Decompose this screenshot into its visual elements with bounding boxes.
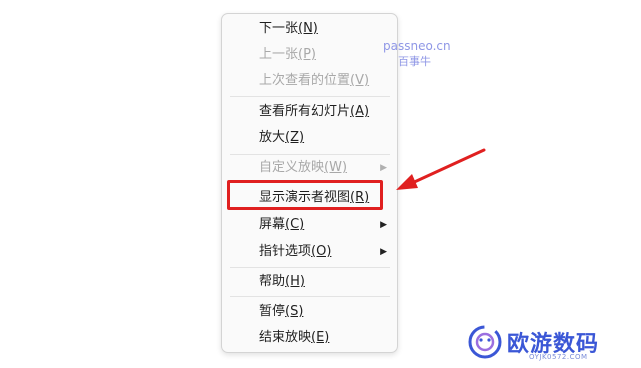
menu-item-label: 指针选项 bbox=[259, 244, 312, 259]
menu-item-shortcut: (S) bbox=[285, 304, 304, 319]
menu-item-end-show[interactable]: 结束放映(E) bbox=[222, 326, 397, 350]
logo-subtext: OYJK0572.COM bbox=[529, 353, 588, 361]
menu-item-see-all-slides[interactable]: 查看所有幻灯片(A) bbox=[222, 100, 397, 124]
highlight-box bbox=[227, 180, 383, 210]
chevron-right-icon: ▶ bbox=[380, 220, 387, 230]
menu-item-label: 上次查看的位置 bbox=[259, 73, 351, 88]
menu-separator bbox=[230, 154, 390, 155]
menu-item-help[interactable]: 帮助(H) bbox=[222, 270, 397, 294]
menu-item-shortcut: (Z) bbox=[285, 130, 305, 145]
menu-item-shortcut: (O) bbox=[311, 244, 332, 259]
menu-item-label: 暂停 bbox=[259, 304, 286, 319]
menu-item-pause[interactable]: 暂停(S) bbox=[222, 300, 397, 324]
menu-item-shortcut: (C) bbox=[285, 217, 305, 232]
menu-item-label: 下一张 bbox=[259, 21, 299, 36]
menu-item-screen[interactable]: 屏幕(C) ▶ bbox=[222, 213, 397, 237]
menu-item-shortcut: (N) bbox=[298, 21, 318, 36]
menu-item-previous: 上一张(P) bbox=[222, 43, 397, 67]
menu-separator bbox=[230, 267, 390, 268]
menu-item-shortcut: (E) bbox=[311, 330, 330, 345]
brand-logo: 欧游数码 OYJK0572.COM bbox=[461, 322, 641, 368]
menu-item-custom-show: 自定义放映(W) ▶ bbox=[222, 156, 397, 180]
logo-icon bbox=[468, 325, 502, 359]
menu-separator bbox=[230, 96, 390, 97]
menu-item-label: 上一张 bbox=[259, 47, 299, 62]
watermark-brand: 百事牛 bbox=[398, 55, 431, 68]
menu-item-label: 查看所有幻灯片 bbox=[259, 104, 351, 119]
menu-item-shortcut: (W) bbox=[324, 160, 348, 175]
menu-separator bbox=[230, 296, 390, 297]
menu-item-pointer-options[interactable]: 指针选项(O) ▶ bbox=[222, 240, 397, 264]
menu-item-label: 帮助 bbox=[259, 274, 286, 289]
menu-item-label: 放大 bbox=[259, 130, 286, 145]
menu-item-shortcut: (H) bbox=[285, 274, 305, 289]
chevron-right-icon: ▶ bbox=[380, 247, 387, 257]
menu-item-label: 结束放映 bbox=[259, 330, 312, 345]
menu-item-shortcut: (A) bbox=[350, 104, 370, 119]
menu-item-next[interactable]: 下一张(N) bbox=[222, 17, 397, 41]
menu-item-last-viewed: 上次查看的位置(V) bbox=[222, 69, 397, 93]
menu-item-label: 自定义放映 bbox=[259, 160, 325, 175]
menu-item-shortcut: (P) bbox=[298, 47, 316, 62]
watermark-url: passneo.cn bbox=[383, 39, 451, 53]
annotation-arrow-icon bbox=[396, 148, 486, 190]
menu-item-shortcut: (V) bbox=[350, 73, 370, 88]
menu-item-zoom[interactable]: 放大(Z) bbox=[222, 126, 397, 150]
menu-item-label: 屏幕 bbox=[259, 217, 286, 232]
